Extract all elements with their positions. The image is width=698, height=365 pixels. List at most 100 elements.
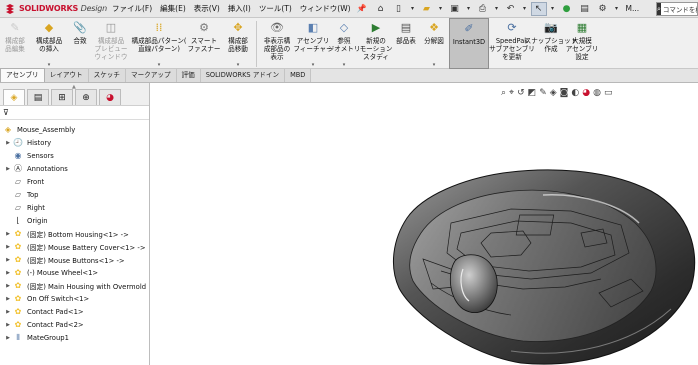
open-folder-icon[interactable]: ▰: [419, 2, 435, 16]
command-search-input[interactable]: コマンドを検: [661, 4, 697, 14]
exploded-view-button[interactable]: ❖ 分解図 ▾: [419, 18, 449, 69]
file-properties-icon[interactable]: ▤: [577, 2, 593, 16]
panel-grip-icon[interactable]: ▲: [72, 84, 76, 90]
tree-item-label: Annotations: [27, 164, 68, 173]
tree-item-contact-pad-2[interactable]: ▶ ✿ Contact Pad<2>: [4, 318, 84, 331]
insert-component-button[interactable]: ◆ 構成部品 の挿入 ▾: [30, 18, 68, 69]
tree-item-origin[interactable]: ⌊ Origin: [4, 214, 47, 227]
display-manager-tab-icon[interactable]: ◕: [99, 89, 121, 105]
print-dropdown-icon[interactable]: ▾: [493, 2, 501, 16]
reference-geometry-dropdown-icon[interactable]: ▾: [343, 62, 346, 68]
select-dropdown-icon[interactable]: ▾: [549, 2, 557, 16]
tree-item-annotations[interactable]: ▶ Ⓐ Annotations: [4, 162, 68, 175]
new-dropdown-icon[interactable]: ▾: [409, 2, 417, 16]
tree-item-bottom-housing[interactable]: ▶ ✿ (固定) Bottom Housing<1> ->: [4, 227, 129, 240]
preview-window-button[interactable]: ◫ 構成部品 プレビュー ウィンドウ: [92, 18, 130, 69]
options-dropdown-icon[interactable]: ▾: [613, 2, 621, 16]
insert-component-dropdown-icon[interactable]: ▾: [48, 62, 51, 68]
menu-insert[interactable]: 挿入(I): [224, 3, 255, 14]
feature-manager-tab-icon[interactable]: ◈: [3, 89, 25, 105]
dimxpert-tab-icon[interactable]: ⊕: [75, 89, 97, 105]
tree-item-main-housing[interactable]: ▶ ✿ (固定) Main Housing with Overmold: [4, 279, 146, 292]
expand-arrow-icon[interactable]: ▶: [4, 283, 12, 289]
menu-view[interactable]: 表示(V): [190, 3, 224, 14]
menu-window[interactable]: ウィンドウ(W): [296, 3, 355, 14]
menu-tools[interactable]: ツール(T): [255, 3, 296, 14]
expand-arrow-icon[interactable]: ▶: [4, 166, 12, 172]
tree-item-on-off-switch[interactable]: ▶ ✿ On Off Switch<1>: [4, 292, 89, 305]
undo-icon[interactable]: ↶: [503, 2, 519, 16]
app-logo[interactable]: SOLIDWORKS Design: [0, 0, 108, 18]
tree-item-mouse-wheel[interactable]: ▶ ✿ (-) Mouse Wheel<1>: [4, 266, 98, 279]
rebuild-traffic-light-icon[interactable]: ●: [559, 2, 575, 16]
more-label[interactable]: M...: [626, 4, 640, 13]
expand-arrow-icon[interactable]: ▶: [4, 231, 12, 237]
graphics-area[interactable]: ⌕ ⌖ ↺ ◩ ✎ ◈ ◙ ◐ ◕ ◍ ▭: [151, 83, 698, 365]
property-manager-tab-icon[interactable]: ▤: [27, 89, 49, 105]
snapshot-button[interactable]: 📷 スナップショット 作成: [525, 18, 578, 69]
mate-button[interactable]: 📎 合致: [68, 18, 92, 69]
linear-pattern-button[interactable]: ⁞⁞ 構成部品パターン( 直線パターン) ▾: [130, 18, 188, 69]
tree-item-history[interactable]: ▶ 🕘 History: [4, 136, 51, 149]
filter-funnel-icon[interactable]: ⊽: [3, 108, 9, 117]
menu-file[interactable]: ファイル(F): [108, 3, 156, 14]
command-search-box[interactable]: ⌕ コマンドを検: [656, 2, 698, 16]
tree-item-mouse-buttons[interactable]: ▶ ✿ (固定) Mouse Buttons<1> ->: [4, 253, 125, 266]
exploded-view-dropdown-icon[interactable]: ▾: [433, 62, 436, 68]
bom-button[interactable]: ▤ 部品表: [393, 18, 419, 69]
tree-filter-bar[interactable]: ⊽: [0, 106, 149, 120]
expand-arrow-icon[interactable]: ▶: [4, 322, 12, 328]
expand-arrow-icon[interactable]: ▶: [4, 309, 12, 315]
expand-arrow-icon[interactable]: ▶: [4, 335, 12, 341]
expand-arrow-icon[interactable]: ▶: [4, 257, 12, 263]
origin-icon: ⌊: [16, 216, 20, 225]
expand-arrow-icon[interactable]: ▶: [4, 270, 12, 276]
edit-component-button[interactable]: ✎ 構成部 品編集: [0, 18, 30, 69]
tab-evaluate[interactable]: 評価: [176, 69, 201, 82]
save-icon[interactable]: ▣: [447, 2, 463, 16]
configuration-manager-tab-icon[interactable]: ⊞: [51, 89, 73, 105]
tab-addins[interactable]: SOLIDWORKS アドイン: [200, 69, 286, 82]
smart-fastener-button[interactable]: ⚙ スマート ファスナー: [188, 18, 221, 69]
tree-item-right[interactable]: ▱ Right: [4, 201, 45, 214]
pin-icon[interactable]: 📌: [357, 4, 367, 13]
show-hidden-button[interactable]: 👁 非表示構 成部品の 表示: [257, 18, 297, 69]
print-icon[interactable]: ⎙: [475, 2, 491, 16]
move-component-dropdown-icon[interactable]: ▾: [237, 62, 240, 68]
expand-arrow-icon[interactable]: ▶: [4, 244, 12, 250]
assembly-feature-dropdown-icon[interactable]: ▾: [312, 62, 315, 68]
undo-dropdown-icon[interactable]: ▾: [521, 2, 529, 16]
tree-root[interactable]: ◈ Mouse_Assembly: [2, 123, 75, 136]
tab-sketch[interactable]: スケッチ: [88, 69, 126, 82]
reference-geometry-button[interactable]: ◇ 参照 ジオメトリ ▾: [328, 18, 361, 69]
select-cursor-icon[interactable]: ↖: [530, 1, 547, 16]
tree-item-contact-pad-1[interactable]: ▶ ✿ Contact Pad<1>: [4, 305, 84, 318]
tab-markup[interactable]: マークアップ: [125, 69, 177, 82]
instant3d-button[interactable]: ✐ Instant3D: [449, 18, 489, 69]
tab-mbd[interactable]: MBD: [285, 69, 312, 82]
motion-study-button[interactable]: ▶ 新規の モーション スタディ: [359, 18, 393, 69]
move-component-button[interactable]: ✥ 構成部 品移動 ▾: [220, 18, 256, 69]
save-dropdown-icon[interactable]: ▾: [465, 2, 473, 16]
mouse-assembly-model[interactable]: [151, 83, 698, 365]
tree-item-mategroup[interactable]: ▶ ⫴ MateGroup1: [4, 331, 69, 344]
menu-edit[interactable]: 編集(E): [156, 3, 190, 14]
tree-item-sensors[interactable]: ◉ Sensors: [4, 149, 54, 162]
home-icon[interactable]: ⌂: [373, 2, 389, 16]
tree-item-label: Right: [27, 203, 45, 212]
large-assembly-button[interactable]: ▦ 大規模 アセンブリ 設定: [566, 18, 599, 69]
options-gear-icon[interactable]: ⚙: [595, 2, 611, 16]
linear-pattern-dropdown-icon[interactable]: ▾: [158, 62, 161, 68]
tab-assembly[interactable]: アセンブリ: [0, 68, 45, 82]
open-dropdown-icon[interactable]: ▾: [437, 2, 445, 16]
tree-item-top[interactable]: ▱ Top: [4, 188, 39, 201]
tree-item-front[interactable]: ▱ Front: [4, 175, 44, 188]
plane-icon: ▱: [14, 190, 22, 199]
tree-item-battery-cover[interactable]: ▶ ✿ (固定) Mouse Battery Cover<1> ->: [4, 240, 145, 253]
assembly-feature-button[interactable]: ◧ アセンブリ フィーチャー ▾: [293, 18, 332, 69]
expand-arrow-icon[interactable]: ▶: [4, 140, 12, 146]
tab-layout[interactable]: レイアウト: [44, 69, 89, 82]
new-document-icon[interactable]: ▯: [391, 2, 407, 16]
scroll-wheel: [449, 254, 498, 314]
expand-arrow-icon[interactable]: ▶: [4, 296, 12, 302]
